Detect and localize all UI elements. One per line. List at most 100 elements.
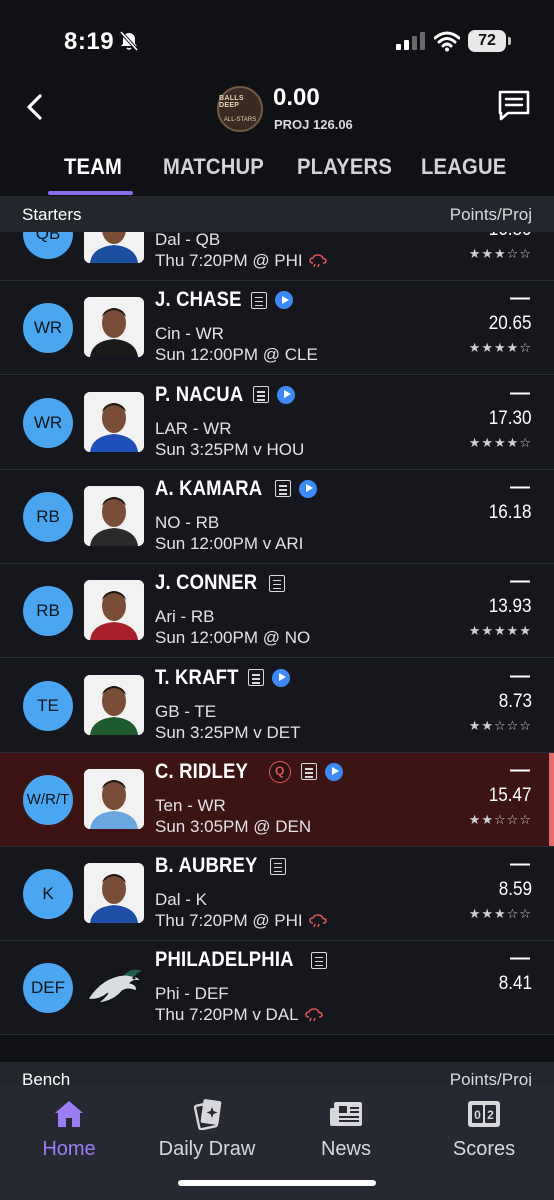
nav-news[interactable]: News xyxy=(277,1098,415,1161)
player-name[interactable]: J. CHASE xyxy=(155,288,242,312)
bell-muted-icon xyxy=(119,30,139,52)
player-name[interactable]: C. RIDLEY xyxy=(155,760,248,784)
game-info-line: Thu 7:20PM v DAL xyxy=(155,1005,323,1025)
tab-team[interactable]: TEAM xyxy=(64,154,122,180)
position-badge[interactable]: WR xyxy=(23,303,73,354)
player-team-position: NO - RB xyxy=(155,512,220,532)
player-row[interactable]: RB A. KAMARA NO - RB Sun 12:00PM v ARI — 16.1… xyxy=(0,469,554,564)
player-note-icon[interactable] xyxy=(274,480,291,498)
position-badge[interactable]: K xyxy=(23,869,73,920)
team-logo[interactable]: BALLS DEEP ALL-STARS xyxy=(217,86,263,132)
player-team-position: GB - TE xyxy=(155,701,217,721)
video-play-icon[interactable] xyxy=(271,668,290,687)
chat-icon[interactable] xyxy=(496,88,532,124)
signal-icon xyxy=(396,32,425,50)
tab-matchup[interactable]: MATCHUP xyxy=(163,154,264,180)
matchup-rating-stars: ★★★★☆ xyxy=(468,434,532,450)
player-row[interactable]: K B. AUBREY Dal - K Thu 7:20PM @ PHI — 8.59 ★★… xyxy=(0,847,554,942)
player-note-icon[interactable] xyxy=(300,763,317,781)
nav-home[interactable]: Home xyxy=(0,1098,138,1161)
player-avatar[interactable] xyxy=(84,297,144,358)
video-play-icon[interactable] xyxy=(324,762,343,781)
starters-list[interactable]: QBD. PRESCOTTDal - QBThu 7:20PM @ PHI—16… xyxy=(0,232,554,1060)
player-headshot-icon xyxy=(84,863,144,924)
player-row[interactable]: W/R/T C. RIDLEY Q Ten - WR Sun 3:05PM @ DEN —… xyxy=(0,752,554,847)
player-avatar[interactable] xyxy=(84,391,144,452)
position-badge[interactable]: TE xyxy=(23,680,73,731)
player-headshot-icon xyxy=(84,297,144,358)
position-badge[interactable]: RB xyxy=(23,491,73,542)
player-avatar[interactable] xyxy=(84,863,144,924)
player-name[interactable]: J. CONNER xyxy=(155,571,257,595)
position-badge[interactable]: W/R/T xyxy=(23,774,73,825)
player-avatar[interactable] xyxy=(84,674,144,735)
game-time: Sun 3:25PM v DET xyxy=(155,722,301,742)
video-play-icon[interactable] xyxy=(275,291,294,310)
player-name[interactable]: T. KRAFT xyxy=(155,666,239,690)
player-points: — xyxy=(510,664,530,687)
nav-daily-draw-label: Daily Draw xyxy=(158,1138,256,1160)
weather-rain-icon[interactable] xyxy=(308,914,327,928)
game-info-line: Sun 12:00PM @ NO xyxy=(155,628,310,648)
player-avatar[interactable] xyxy=(84,580,144,641)
active-tab-indicator xyxy=(48,191,133,195)
news-icon xyxy=(330,1102,362,1126)
nav-daily-draw[interactable]: Daily Draw xyxy=(138,1098,276,1161)
player-name-line: J. CONNER xyxy=(155,571,286,595)
player-row[interactable]: WR P. NACUA LAR - WR Sun 3:25PM v HOU — 17.30… xyxy=(0,375,554,470)
player-team-position: Ari - RB xyxy=(155,607,215,627)
player-avatar[interactable] xyxy=(84,232,144,263)
player-note-icon[interactable] xyxy=(310,951,327,969)
player-row[interactable]: QBD. PRESCOTTDal - QBThu 7:20PM @ PHI—16… xyxy=(0,232,554,281)
game-info-line: Thu 7:20PM @ PHI xyxy=(155,251,327,271)
player-name[interactable]: B. AUBREY xyxy=(155,854,258,878)
player-team-position: Dal - K xyxy=(155,890,207,910)
player-name[interactable]: PHILADELPHIA xyxy=(155,948,294,972)
player-row[interactable]: TE T. KRAFT GB - TE Sun 3:25PM v DET — 8.73 ★★… xyxy=(0,658,554,753)
player-name[interactable]: P. NACUA xyxy=(155,383,243,407)
nav-scores-label: Scores xyxy=(452,1138,516,1160)
video-play-icon[interactable] xyxy=(277,385,296,404)
player-headshot-icon xyxy=(84,768,144,829)
game-time: Sun 12:00PM @ NO xyxy=(155,628,311,648)
player-avatar[interactable] xyxy=(84,485,144,546)
nav-scores[interactable]: 0 2 Scores xyxy=(415,1098,553,1161)
svg-text:0: 0 xyxy=(474,1108,481,1122)
player-row[interactable]: RB J. CONNER Ari - RB Sun 12:00PM @ NO — 13.9… xyxy=(0,564,554,659)
player-row[interactable]: WR J. CHASE Cin - WR Sun 12:00PM @ CLE — 20.6… xyxy=(0,281,554,376)
nav-home-label: Home xyxy=(42,1138,96,1160)
team-score: 0.00 xyxy=(273,84,320,111)
player-note-icon[interactable] xyxy=(269,857,286,875)
back-arrow-icon[interactable] xyxy=(20,90,50,124)
wifi-icon xyxy=(434,31,460,52)
player-note-icon[interactable] xyxy=(251,291,268,309)
video-play-icon[interactable] xyxy=(298,479,317,498)
team-logo-eagle[interactable] xyxy=(84,957,144,1017)
game-time: Sun 3:25PM v HOU xyxy=(155,439,305,459)
player-projection: 8.59 xyxy=(498,879,532,901)
player-points: — xyxy=(510,475,530,498)
position-badge[interactable]: DEF xyxy=(23,963,73,1014)
weather-rain-icon[interactable] xyxy=(304,1008,323,1022)
player-headshot-icon xyxy=(84,674,144,735)
team-projection: PROJ 126.06 xyxy=(274,117,353,132)
weather-rain-icon[interactable] xyxy=(308,254,327,268)
player-note-icon[interactable] xyxy=(247,669,264,686)
player-note-icon[interactable] xyxy=(253,386,270,404)
player-name[interactable]: A. KAMARA xyxy=(155,477,262,501)
player-note-icon[interactable] xyxy=(269,574,286,592)
scores-icon: 0 2 xyxy=(468,1101,500,1127)
player-points: — xyxy=(510,758,530,781)
player-projection: 17.30 xyxy=(489,407,532,429)
position-badge[interactable]: QB xyxy=(23,232,73,259)
team-header: BALLS DEEP ALL-STARS 0.00 PROJ 126.06 xyxy=(0,80,554,145)
game-time: Thu 7:20PM v DAL xyxy=(155,1005,299,1025)
player-avatar[interactable] xyxy=(84,768,144,829)
position-badge[interactable]: RB xyxy=(23,586,73,637)
eagle-logo-icon xyxy=(87,970,143,1005)
player-row[interactable]: DEF PHILADELPHIA Phi - DEF Thu 7:20PM v DAL… xyxy=(0,941,554,1036)
tab-league[interactable]: LEAGUE xyxy=(421,154,506,180)
tab-players[interactable]: PLAYERS xyxy=(297,154,392,180)
position-badge[interactable]: WR xyxy=(23,397,73,448)
player-projection: 8.41 xyxy=(498,973,532,995)
